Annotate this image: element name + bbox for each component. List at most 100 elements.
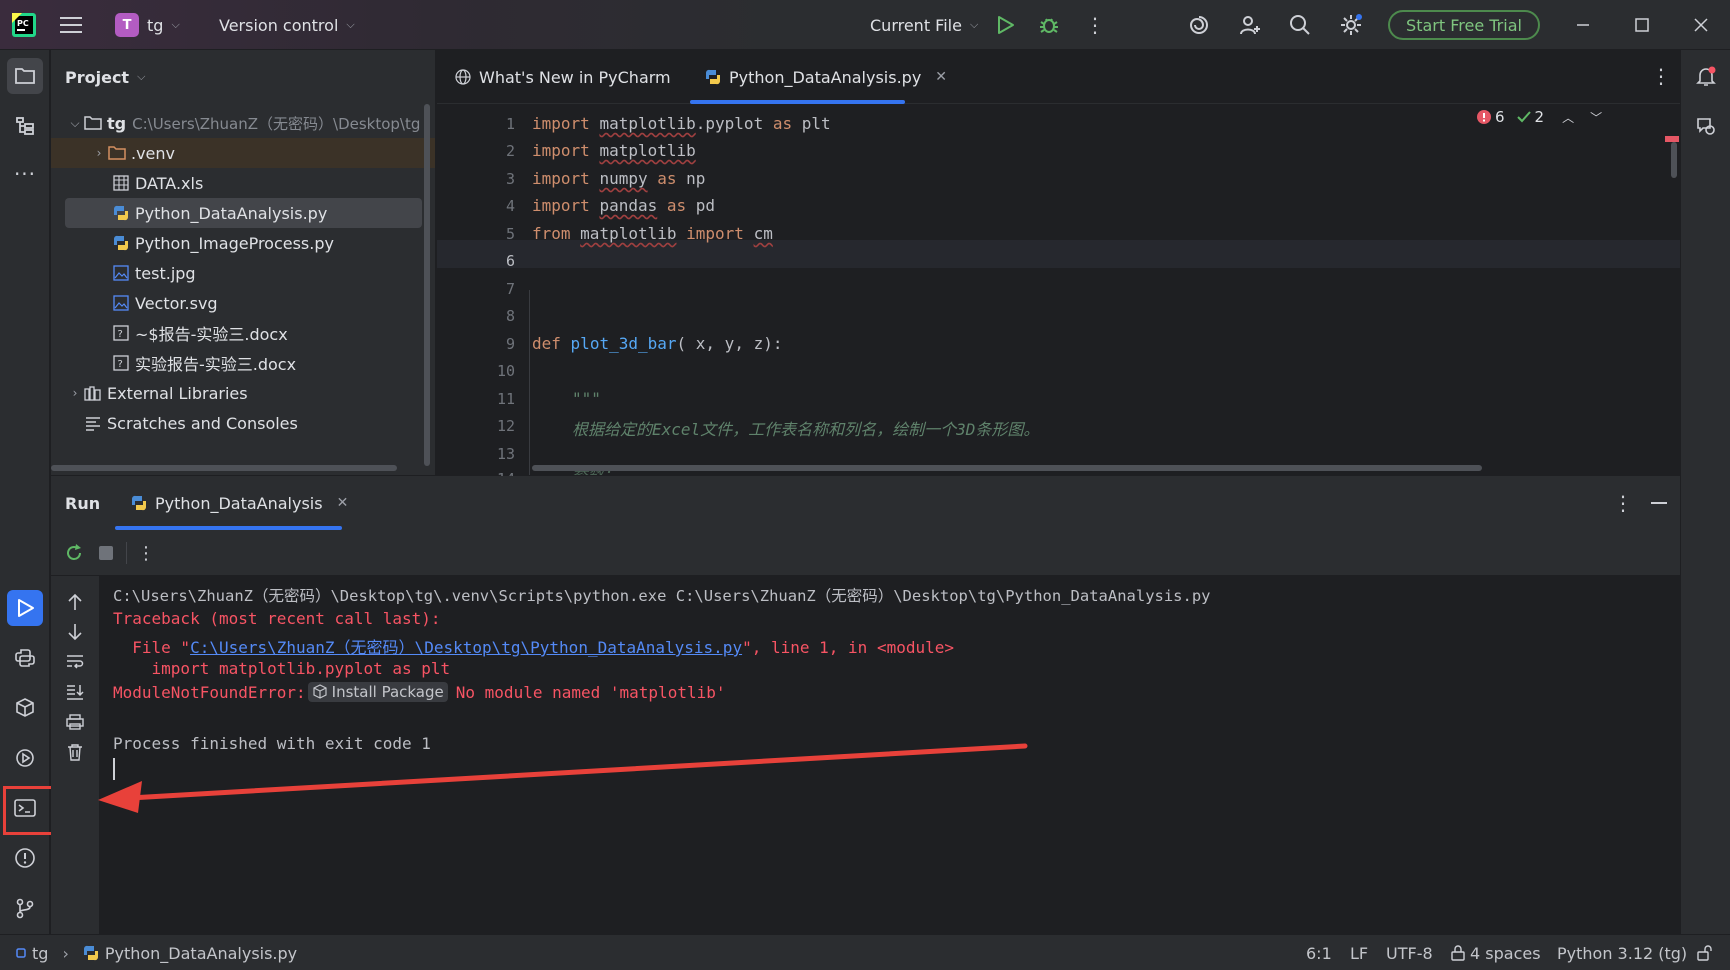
line-number: 3 bbox=[505, 170, 515, 188]
tree-item-vector-svg[interactable]: Vector.svg bbox=[51, 288, 426, 318]
scroll-down-button[interactable] bbox=[63, 620, 87, 644]
minimize-button[interactable] bbox=[1576, 0, 1590, 50]
hide-panel-button[interactable] bbox=[1647, 491, 1671, 515]
run-tool-button[interactable] bbox=[7, 590, 43, 626]
inspection-widget[interactable]: 6 2 ︿ ﹀ bbox=[1477, 108, 1602, 126]
code-line-11[interactable]: """ bbox=[572, 389, 601, 408]
tree-item-report-docx[interactable]: ? 实验报告-实验三.docx bbox=[51, 348, 426, 378]
tree-item-test-jpg[interactable]: test.jpg bbox=[51, 258, 426, 288]
main-menu-button[interactable] bbox=[60, 0, 82, 50]
soft-wrap-button[interactable] bbox=[63, 650, 87, 674]
project-pane-header[interactable]: Project ⌵ bbox=[51, 50, 145, 104]
run-tab-python-dataanalysis[interactable]: Python_DataAnalysis ✕ bbox=[131, 476, 348, 530]
console-error-line: ModuleNotFoundError: Install Package No … bbox=[113, 682, 725, 702]
project-vertical-scrollbar[interactable] bbox=[424, 104, 430, 466]
tree-item-python-imageprocess[interactable]: Python_ImageProcess.py bbox=[51, 228, 426, 258]
module-name: matplotlib bbox=[580, 224, 677, 243]
tab-options-button[interactable]: ⋮ bbox=[1649, 64, 1673, 88]
ai-assistant-button[interactable] bbox=[1188, 0, 1210, 50]
tree-item-venv[interactable]: › .venv bbox=[51, 138, 435, 168]
table-icon bbox=[111, 173, 131, 193]
search-button[interactable] bbox=[1289, 0, 1311, 50]
project-tool-button[interactable] bbox=[7, 58, 43, 94]
code-line-3[interactable]: import numpy as np bbox=[532, 169, 705, 188]
module-name: matplotlib bbox=[599, 114, 696, 133]
code-line-1[interactable]: import matplotlib.pyplot as plt bbox=[532, 114, 831, 133]
clear-console-button[interactable] bbox=[63, 740, 87, 764]
tree-item-scratches[interactable]: Scratches and Consoles bbox=[51, 408, 426, 438]
active-tab-underline bbox=[690, 100, 905, 104]
interpreter-selector[interactable]: Python 3.12 (tg) bbox=[1557, 935, 1687, 970]
project-horizontal-scrollbar[interactable] bbox=[51, 465, 397, 471]
tree-item-root[interactable]: ⌵ tg C:\Users\ZhuanZ（无密码）\Desktop\tg bbox=[51, 108, 426, 138]
stop-button[interactable] bbox=[95, 542, 117, 564]
start-free-trial-button[interactable]: Start Free Trial bbox=[1388, 10, 1540, 40]
rerun-button[interactable] bbox=[63, 542, 85, 564]
line-number: 10 bbox=[496, 362, 515, 380]
run-options-button[interactable]: ⋮ bbox=[1611, 491, 1635, 515]
services-button[interactable] bbox=[7, 740, 43, 776]
git-button[interactable] bbox=[7, 890, 43, 926]
code-line-5[interactable]: from matplotlib import cm bbox=[532, 224, 773, 243]
tree-item-python-dataanalysis[interactable]: Python_DataAnalysis.py bbox=[65, 198, 422, 228]
print-button[interactable] bbox=[63, 710, 87, 734]
tab-python-dataanalysis[interactable]: Python_DataAnalysis.py ✕ bbox=[705, 50, 947, 104]
breadcrumb-project[interactable]: tg bbox=[32, 944, 48, 963]
code-with-me-button[interactable] bbox=[1239, 0, 1261, 50]
pycharm-logo-icon[interactable]: PC bbox=[12, 0, 36, 50]
run-config-selector[interactable]: Current File ⌵ bbox=[870, 0, 978, 50]
close-window-button[interactable] bbox=[1694, 0, 1708, 50]
keyword: from bbox=[532, 224, 571, 243]
project-switcher[interactable]: T tg ⌵ bbox=[115, 0, 180, 50]
install-package-button[interactable]: Install Package bbox=[307, 682, 448, 702]
version-control-menu[interactable]: Version control ⌵ bbox=[219, 0, 355, 50]
python-packages-button[interactable] bbox=[7, 690, 43, 726]
chevron-down-icon: ⌵ bbox=[171, 18, 180, 31]
tree-item-temp-docx[interactable]: ? ~$报告-实验三.docx bbox=[51, 318, 426, 348]
problems-button[interactable] bbox=[7, 840, 43, 876]
settings-button[interactable] bbox=[1339, 0, 1363, 50]
editor-horizontal-scrollbar[interactable] bbox=[532, 465, 1482, 471]
file-encoding[interactable]: UTF-8 bbox=[1386, 935, 1433, 970]
function-name: plot_3d_bar bbox=[570, 334, 677, 353]
chat-spiral-icon bbox=[1697, 118, 1715, 135]
run-more-button[interactable]: ⋮ bbox=[135, 542, 157, 564]
scroll-up-button[interactable] bbox=[63, 590, 87, 614]
more-actions-button[interactable]: ⋮ bbox=[1085, 0, 1105, 50]
notifications-button[interactable] bbox=[1688, 58, 1724, 94]
read-only-toggle[interactable] bbox=[1696, 935, 1712, 970]
svg-text:PC: PC bbox=[17, 19, 29, 28]
chevron-down-icon[interactable]: ﹀ bbox=[1590, 109, 1602, 126]
tree-item-label: DATA.xls bbox=[135, 173, 204, 193]
tree-item-label: tg bbox=[107, 113, 127, 133]
caret-position[interactable]: 6:1 bbox=[1306, 935, 1332, 970]
code-line-4[interactable]: import pandas as pd bbox=[532, 196, 715, 215]
python-console-button[interactable] bbox=[7, 640, 43, 676]
code-line-9[interactable]: def plot_3d_bar( x, y, z): bbox=[532, 334, 782, 353]
packages-icon bbox=[16, 698, 34, 717]
tree-item-label: Vector.svg bbox=[135, 293, 218, 313]
code-line-2[interactable]: import matplotlib bbox=[532, 141, 696, 160]
tree-item-external-libraries[interactable]: › External Libraries bbox=[51, 378, 426, 408]
more-tools-button[interactable]: ··· bbox=[7, 156, 43, 192]
tab-whats-new[interactable]: What's New in PyCharm bbox=[455, 50, 671, 104]
line-separator[interactable]: LF bbox=[1350, 935, 1368, 970]
structure-tool-button[interactable] bbox=[7, 108, 43, 144]
run-button[interactable] bbox=[995, 0, 1015, 50]
scroll-to-end-button[interactable] bbox=[63, 680, 87, 704]
close-tab-icon[interactable]: ✕ bbox=[935, 69, 947, 85]
console-finished-line: Process finished with exit code 1 bbox=[113, 734, 431, 753]
debug-button[interactable] bbox=[1038, 0, 1060, 50]
console-file-link[interactable]: C:\Users\ZhuanZ（无密码）\Desktop\tg\Python_D… bbox=[190, 638, 742, 657]
console-output[interactable]: C:\Users\ZhuanZ（无密码）\Desktop\tg\.venv\Sc… bbox=[99, 576, 1680, 934]
breadcrumb-file[interactable]: Python_DataAnalysis.py bbox=[105, 944, 297, 963]
editor-vertical-scrollbar[interactable] bbox=[1671, 142, 1677, 178]
chevron-up-icon[interactable]: ︿ bbox=[1562, 109, 1574, 126]
code-line-12[interactable]: 根据给定的Excel文件，工作表名称和列名，绘制一个3D条形图。 bbox=[572, 416, 1039, 440]
ai-chat-button[interactable] bbox=[1688, 108, 1724, 144]
tree-item-data-xls[interactable]: DATA.xls bbox=[51, 168, 426, 198]
maximize-button[interactable] bbox=[1635, 0, 1649, 50]
indent-settings[interactable]: 4 spaces bbox=[1450, 935, 1541, 970]
error-stripe-marker[interactable] bbox=[1665, 136, 1679, 142]
close-tab-icon[interactable]: ✕ bbox=[337, 495, 349, 511]
